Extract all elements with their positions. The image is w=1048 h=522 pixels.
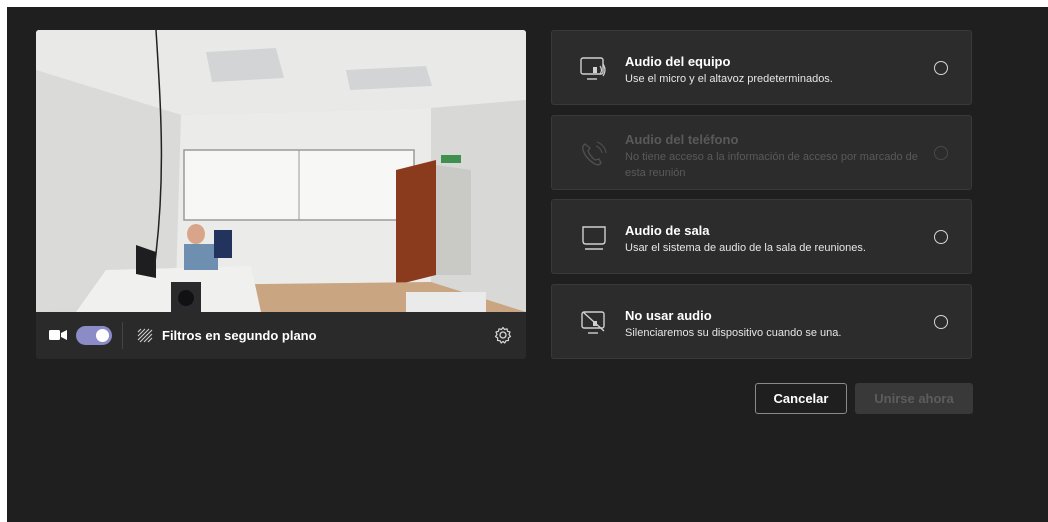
- option-title: Audio de sala: [625, 223, 710, 238]
- audio-option-none[interactable]: No usar audio Silenciaremos su dispositi…: [551, 284, 972, 359]
- option-title: Audio del teléfono: [625, 132, 739, 147]
- option-description: Silenciaremos su dispositivo cuando se u…: [625, 327, 842, 339]
- option-title: No usar audio: [625, 308, 712, 323]
- video-preview-card: Filtros en segundo plano: [36, 30, 526, 359]
- camera-icon[interactable]: [49, 328, 67, 342]
- camera-preview: [36, 30, 526, 312]
- background-filters-button[interactable]: Filtros en segundo plano: [162, 328, 317, 343]
- join-meeting-screen: Filtros en segundo plano Audio del equip…: [7, 7, 1048, 522]
- option-description: Usar el sistema de audio de la sala de r…: [625, 242, 866, 254]
- option-radio: [934, 146, 948, 160]
- phone-audio-icon: [582, 141, 607, 166]
- option-radio[interactable]: [934, 315, 948, 329]
- option-radio[interactable]: [934, 61, 948, 75]
- divider: [122, 322, 123, 349]
- video-controls-bar: Filtros en segundo plano: [36, 312, 526, 359]
- option-description: No tiene acceso a la información de acce…: [625, 151, 918, 179]
- option-title: Audio del equipo: [625, 54, 731, 69]
- background-filters-icon[interactable]: [137, 328, 153, 343]
- audio-option-phone: Audio del teléfono No tiene acceso a la …: [551, 115, 972, 190]
- join-now-button[interactable]: Unirse ahora: [855, 383, 973, 414]
- toggle-knob: [96, 329, 109, 342]
- cancel-button[interactable]: Cancelar: [755, 383, 847, 414]
- computer-audio-icon: [580, 57, 606, 80]
- audio-option-room[interactable]: Audio de sala Usar el sistema de audio d…: [551, 199, 972, 274]
- no-audio-icon: [581, 311, 605, 334]
- option-description: Use el micro y el altavoz predeterminado…: [625, 73, 833, 85]
- room-audio-icon: [582, 226, 606, 250]
- camera-toggle[interactable]: [76, 326, 112, 345]
- option-radio[interactable]: [934, 230, 948, 244]
- audio-option-computer[interactable]: Audio del equipo Use el micro y el altav…: [551, 30, 972, 105]
- gear-icon[interactable]: [494, 326, 512, 344]
